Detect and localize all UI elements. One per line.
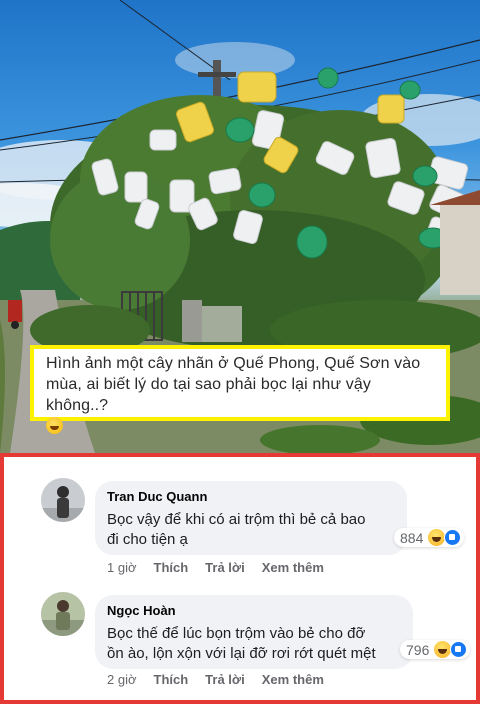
comment-bubble[interactable]: Ngọc Hoàn Bọc thế để lúc bọn trộm vào bẻ… — [95, 595, 413, 669]
caption-text: Hình ảnh một cây nhãn ở Quế Phong, Quế S… — [46, 355, 421, 414]
reaction-summary[interactable]: 796 — [400, 640, 471, 659]
comment-author[interactable]: Tran Duc Quann — [107, 488, 395, 506]
reply-button[interactable]: Trả lời — [205, 672, 245, 687]
avatar[interactable] — [41, 478, 85, 522]
comment-text-line: ồn ào, lộn xộn với lại đỡ rơi rớt quét m… — [107, 645, 376, 662]
comment-text-line: Bọc vậy để khi có ai trộm thì bẻ cả bao — [107, 511, 366, 528]
post-caption: Hình ảnh một cây nhãn ở Quế Phong, Quế S… — [30, 345, 450, 434]
comment-time[interactable]: 2 giờ — [107, 672, 137, 687]
comment-author[interactable]: Ngọc Hoàn — [107, 602, 401, 620]
comment-bubble[interactable]: Tran Duc Quann Bọc vậy để khi có ai trộm… — [95, 481, 407, 555]
comment-text-line: Bọc thế để lúc bọn trộm vào bẻ cho đỡ — [107, 625, 366, 642]
like-reaction-icon — [450, 641, 468, 658]
post-photo[interactable]: Hình ảnh một cây nhãn ở Quế Phong, Quế S… — [0, 0, 480, 453]
comments-section: Tran Duc Quann Bọc vậy để khi có ai trộm… — [0, 453, 480, 704]
reply-button[interactable]: Trả lời — [205, 560, 245, 575]
like-button[interactable]: Thích — [154, 560, 189, 575]
haha-reaction-icon — [428, 529, 446, 546]
reaction-count: 796 — [406, 641, 430, 658]
like-reaction-icon — [444, 529, 462, 546]
reaction-count: 884 — [400, 529, 424, 546]
grinning-face-emoji-icon — [46, 417, 63, 434]
haha-reaction-icon — [434, 641, 452, 658]
see-more-button[interactable]: Xem thêm — [262, 672, 324, 687]
like-button[interactable]: Thích — [154, 672, 189, 687]
avatar[interactable] — [41, 592, 85, 636]
comment-time[interactable]: 1 giờ — [107, 560, 137, 575]
comment-text: Bọc vậy để khi có ai trộm thì bẻ cả bao … — [107, 510, 395, 550]
comment-actions: 1 giờ Thích Trả lời Xem thêm — [107, 560, 341, 575]
comment-actions: 2 giờ Thích Trả lời Xem thêm — [107, 672, 341, 687]
comment-text-line: đi cho tiện ạ — [107, 531, 188, 548]
see-more-button[interactable]: Xem thêm — [262, 560, 324, 575]
comment-text: Bọc thế để lúc bọn trộm vào bẻ cho đỡ ồn… — [107, 624, 401, 664]
reaction-summary[interactable]: 884 — [394, 528, 465, 547]
